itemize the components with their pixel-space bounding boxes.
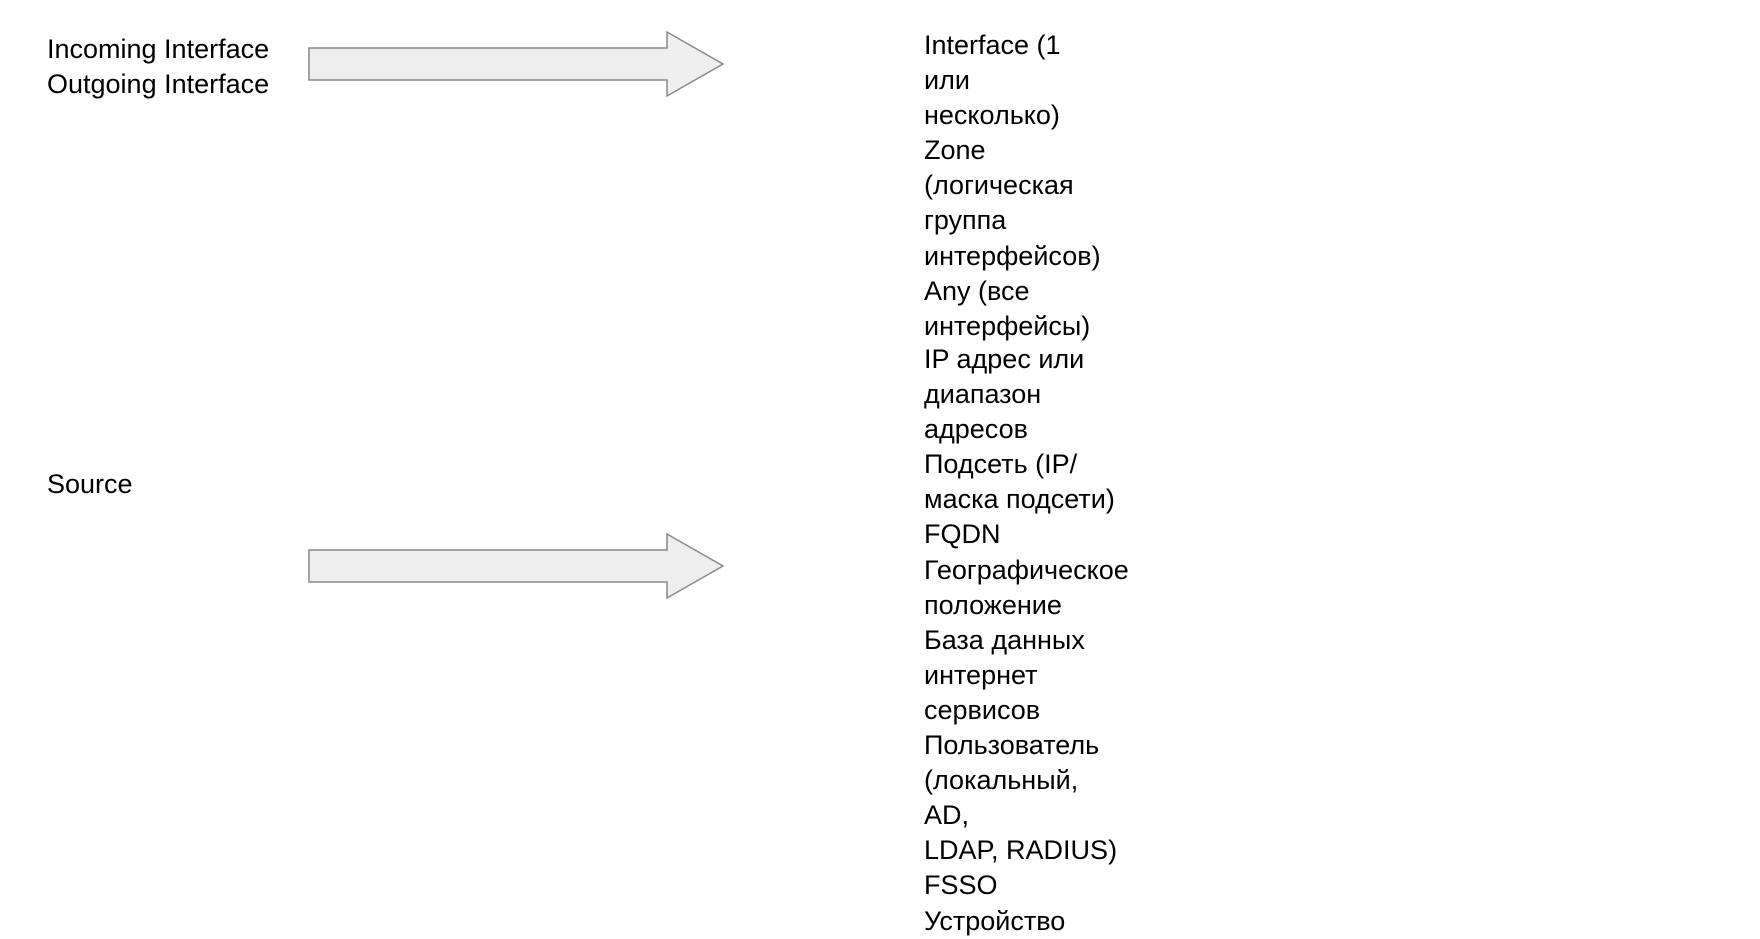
arrow-right-icon <box>307 530 727 609</box>
value-fqdn: FQDN <box>924 517 1129 552</box>
label-source: Source <box>47 467 307 502</box>
value-any: Any (все интерфейсы) <box>924 274 1101 344</box>
value-geo: Географическое положение <box>924 553 1129 623</box>
value-isdb: База данных интернет сервисов <box>924 623 1129 728</box>
value-user-line1: Пользователь (локальный, AD, <box>924 728 1129 833</box>
value-fsso: FSSO <box>924 868 1129 903</box>
label-incoming-interface: Incoming Interface <box>47 32 307 67</box>
value-device: Устройство <box>924 904 1129 939</box>
value-subnet: Подсеть (IP/маска подсети) <box>924 447 1129 517</box>
value-ip-range: IP адрес или диапазон адресов <box>924 342 1129 447</box>
value-user-line2: LDAP, RADIUS) <box>924 833 1129 868</box>
right-values-interface: Interface (1 или несколько) Zone (логиче… <box>924 28 1101 344</box>
left-labels-source: Source <box>47 342 307 502</box>
right-values-source: IP адрес или диапазон адресов Подсеть (I… <box>924 342 1129 939</box>
label-outgoing-interface: Outgoing Interface <box>47 67 307 102</box>
left-labels-interface: Incoming Interface Outgoing Interface <box>47 32 307 102</box>
value-zone: Zone (логическая группа интерфейсов) <box>924 133 1101 273</box>
diagram-row-source: Source IP адрес или диапазон адресов Под… <box>47 342 927 502</box>
diagram-row-interface: Incoming Interface Outgoing Interface In… <box>47 32 927 102</box>
value-interface: Interface (1 или несколько) <box>924 28 1101 133</box>
arrow-right-icon <box>307 28 727 107</box>
